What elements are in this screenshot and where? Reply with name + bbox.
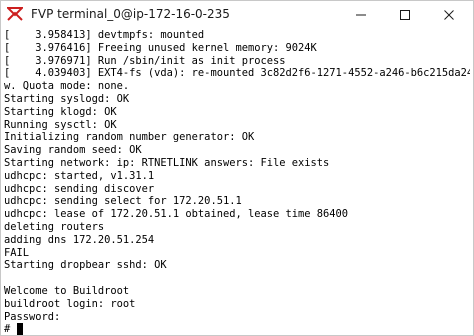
minimize-icon xyxy=(356,14,366,16)
minimize-button[interactable] xyxy=(341,1,381,29)
close-icon xyxy=(444,10,454,20)
terminal-line: udhcpc: sending discover xyxy=(4,182,155,195)
terminal-prompt[interactable]: # xyxy=(4,323,17,335)
terminal-line: deleting routers xyxy=(4,221,105,233)
terminal-line: Initializing random number generator: OK xyxy=(4,131,255,144)
terminal-cursor xyxy=(17,323,23,335)
terminal-line: Saving random seed: OK xyxy=(4,144,142,157)
terminal-line: udhcpc: sending select for 172.20.51.1 xyxy=(4,195,242,208)
terminal-output[interactable]: [ 3.958413] devtmpfs: mounted [ 3.976416… xyxy=(4,29,470,335)
maximize-button[interactable] xyxy=(385,1,425,29)
terminal-line: buildroot login: root xyxy=(4,297,136,310)
fvp-logo-icon[interactable] xyxy=(5,6,25,22)
terminal-line: Starting klogd: OK xyxy=(4,105,117,118)
terminal-line: [ 3.958413] devtmpfs: mounted xyxy=(4,29,205,41)
terminal-line: Welcome to Buildroot xyxy=(4,285,130,297)
terminal-line: FAIL xyxy=(4,246,30,259)
terminal-line: udhcpc: lease of 172.20.51.1 obtained, l… xyxy=(4,208,349,221)
terminal-line: Starting dropbear sshd: OK xyxy=(4,259,167,272)
terminal-line: adding dns 172.20.51.254 xyxy=(4,233,155,246)
terminal-line: Running sysctl: OK xyxy=(4,118,117,131)
terminal-line: [ 4.039403] EXT4-fs (vda): re-mounted 3c… xyxy=(4,67,470,80)
terminal-line: Starting syslogd: OK xyxy=(4,93,130,105)
terminal-line: [ 3.976416] Freeing unused kernel memory… xyxy=(4,41,317,54)
terminal-line: [ 3.976971] Run /sbin/init as init proce… xyxy=(4,54,286,67)
maximize-icon xyxy=(400,10,410,20)
terminal-line: w. Quota mode: none. xyxy=(4,80,130,93)
terminal-line: Starting network: ip: RTNETLINK answers:… xyxy=(4,157,330,169)
title-bar[interactable]: FVP terminal_0@ip-172-16-0-235 xyxy=(1,1,473,29)
terminal-line: Password: xyxy=(4,310,61,323)
window-title: FVP terminal_0@ip-172-16-0-235 xyxy=(31,7,230,21)
close-button[interactable] xyxy=(429,1,469,29)
terminal-line: udhcpc: started, v1.31.1 xyxy=(4,169,155,182)
terminal-window: FVP terminal_0@ip-172-16-0-235 [ 3.95841… xyxy=(0,0,474,336)
